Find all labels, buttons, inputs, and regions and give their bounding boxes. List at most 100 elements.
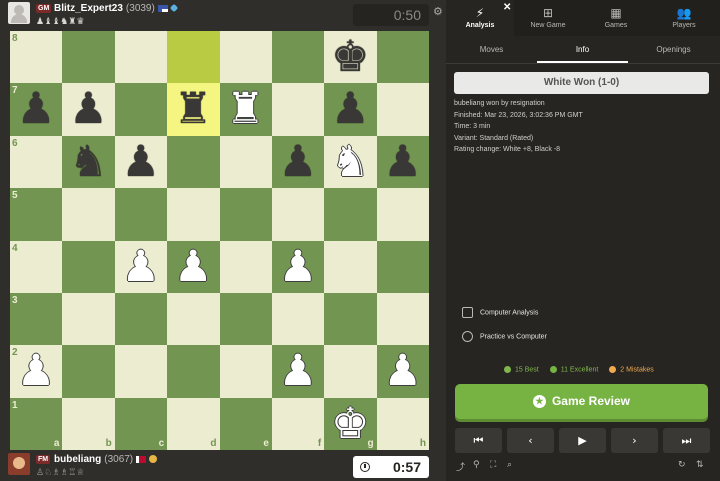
gear-icon[interactable] xyxy=(433,5,443,18)
square-g7[interactable]: ♟ xyxy=(324,83,377,136)
square-f7[interactable] xyxy=(271,83,325,136)
square-h7[interactable] xyxy=(376,83,430,136)
square-e1[interactable]: e xyxy=(219,397,272,451)
square-d6[interactable] xyxy=(167,135,220,189)
play-button[interactable]: ▶ xyxy=(559,428,606,453)
square-c3[interactable] xyxy=(114,292,168,346)
square-a6[interactable]: 6 xyxy=(10,135,63,189)
square-d4[interactable]: ♟ xyxy=(167,240,220,293)
white-pawn-icon[interactable]: ♟ xyxy=(377,345,429,397)
square-e3[interactable] xyxy=(219,292,272,346)
player-avatar[interactable] xyxy=(8,453,30,475)
black-pawn-icon[interactable]: ♟ xyxy=(115,136,167,188)
square-g4[interactable] xyxy=(324,240,377,293)
opponent-name[interactable]: Blitz_Expert23 (3039) xyxy=(54,3,179,14)
nav-players[interactable]: 👥 Players xyxy=(650,0,718,36)
square-f2[interactable]: ♟ xyxy=(271,345,325,398)
square-d7[interactable]: ♜ xyxy=(167,83,220,136)
stat-excellent[interactable]: 11 Excellent xyxy=(549,366,598,373)
square-a7[interactable]: 7 ♟ xyxy=(10,83,63,136)
square-c4[interactable]: ♟ xyxy=(114,240,168,293)
stat-mistakes[interactable]: 2 Mistakes xyxy=(609,366,654,373)
stat-best[interactable]: 15 Best xyxy=(504,366,539,373)
square-g6[interactable]: ♞ xyxy=(324,135,377,189)
square-h6[interactable]: ♟ xyxy=(376,135,430,189)
tab-moves[interactable]: Moves xyxy=(446,36,537,63)
white-pawn-icon[interactable]: ♟ xyxy=(167,241,219,293)
opponent-username[interactable]: Blitz_Expert23 xyxy=(54,3,123,14)
square-e2[interactable] xyxy=(219,345,272,398)
square-h4[interactable] xyxy=(376,240,430,293)
square-h3[interactable] xyxy=(376,292,430,346)
white-pawn-icon[interactable]: ♟ xyxy=(115,241,167,293)
square-f3[interactable] xyxy=(271,292,325,346)
black-knight-icon[interactable]: ♞ xyxy=(62,136,114,188)
previous-move-button[interactable]: ‹ xyxy=(507,428,554,453)
square-c7[interactable] xyxy=(114,83,168,136)
expand-icon[interactable]: ⛶ xyxy=(490,460,496,470)
square-e7[interactable]: ♜ xyxy=(219,83,272,136)
player-name[interactable]: bubeliang (3067) xyxy=(54,454,158,465)
square-d5[interactable] xyxy=(167,188,220,241)
white-knight-icon[interactable]: ♞ xyxy=(324,136,376,188)
square-f1[interactable]: f xyxy=(271,397,325,451)
square-e8[interactable] xyxy=(219,31,272,84)
square-g5[interactable] xyxy=(324,188,377,241)
square-b3[interactable] xyxy=(62,292,115,346)
square-d1[interactable]: d xyxy=(167,397,220,451)
square-a2[interactable]: 2 ♟ xyxy=(10,345,63,398)
computer-analysis-link[interactable]: Computer Analysis xyxy=(462,307,538,318)
square-b5[interactable] xyxy=(62,188,115,241)
black-rook-icon[interactable]: ♜ xyxy=(167,83,219,135)
refresh-icon[interactable]: ↻ xyxy=(678,460,686,470)
square-f4[interactable]: ♟ xyxy=(271,240,325,293)
square-d2[interactable] xyxy=(167,345,220,398)
square-c6[interactable]: ♟ xyxy=(114,135,168,189)
white-king-icon[interactable]: ♚ xyxy=(324,398,376,450)
square-a4[interactable]: 4 xyxy=(10,240,63,293)
opponent-avatar[interactable] xyxy=(8,2,30,24)
square-b4[interactable] xyxy=(62,240,115,293)
square-h5[interactable] xyxy=(376,188,430,241)
square-b6[interactable]: ♞ xyxy=(62,135,115,189)
square-g8[interactable]: ♚ xyxy=(324,31,377,84)
nav-games[interactable]: ▦ Games xyxy=(582,0,650,36)
practice-link[interactable]: Practice vs Computer xyxy=(462,331,547,342)
square-f5[interactable] xyxy=(271,188,325,241)
square-h2[interactable]: ♟ xyxy=(376,345,430,398)
square-d3[interactable] xyxy=(167,292,220,346)
tab-openings[interactable]: Openings xyxy=(628,36,719,63)
square-b1[interactable]: b xyxy=(62,397,115,451)
white-pawn-icon[interactable]: ♟ xyxy=(10,345,62,397)
black-pawn-icon[interactable]: ♟ xyxy=(10,83,62,135)
square-f6[interactable]: ♟ xyxy=(271,135,325,189)
square-a1[interactable]: 1a xyxy=(10,397,63,451)
square-h8[interactable] xyxy=(376,31,430,84)
square-e6[interactable] xyxy=(219,135,272,189)
game-review-button[interactable]: ★ Game Review xyxy=(455,384,708,419)
next-move-button[interactable]: › xyxy=(611,428,658,453)
white-pawn-icon[interactable]: ♟ xyxy=(272,241,324,293)
square-c2[interactable] xyxy=(114,345,168,398)
close-icon[interactable]: ✕ xyxy=(503,2,511,13)
square-f8[interactable] xyxy=(271,31,325,84)
square-d8[interactable] xyxy=(167,31,220,84)
square-b7[interactable]: ♟ xyxy=(62,83,115,136)
square-e5[interactable] xyxy=(219,188,272,241)
black-pawn-icon[interactable]: ♟ xyxy=(377,136,429,188)
last-move-button[interactable]: ⏭ xyxy=(663,428,710,453)
square-a5[interactable]: 5 xyxy=(10,188,63,241)
explorer-icon[interactable]: ⚲ xyxy=(473,460,480,470)
black-pawn-icon[interactable]: ♟ xyxy=(324,83,376,135)
black-pawn-icon[interactable]: ♟ xyxy=(272,136,324,188)
square-c5[interactable] xyxy=(114,188,168,241)
square-a3[interactable]: 3 xyxy=(10,292,63,346)
zoom-icon[interactable]: ⌕ xyxy=(507,460,512,470)
player-username[interactable]: bubeliang xyxy=(54,454,101,465)
square-b8[interactable] xyxy=(62,31,115,84)
swap-icon[interactable]: ⇅ xyxy=(696,460,704,470)
square-h1[interactable]: h xyxy=(376,397,430,451)
white-pawn-icon[interactable]: ♟ xyxy=(272,345,324,397)
nav-new-game[interactable]: ⊞ New Game xyxy=(514,0,582,36)
black-pawn-icon[interactable]: ♟ xyxy=(62,83,114,135)
